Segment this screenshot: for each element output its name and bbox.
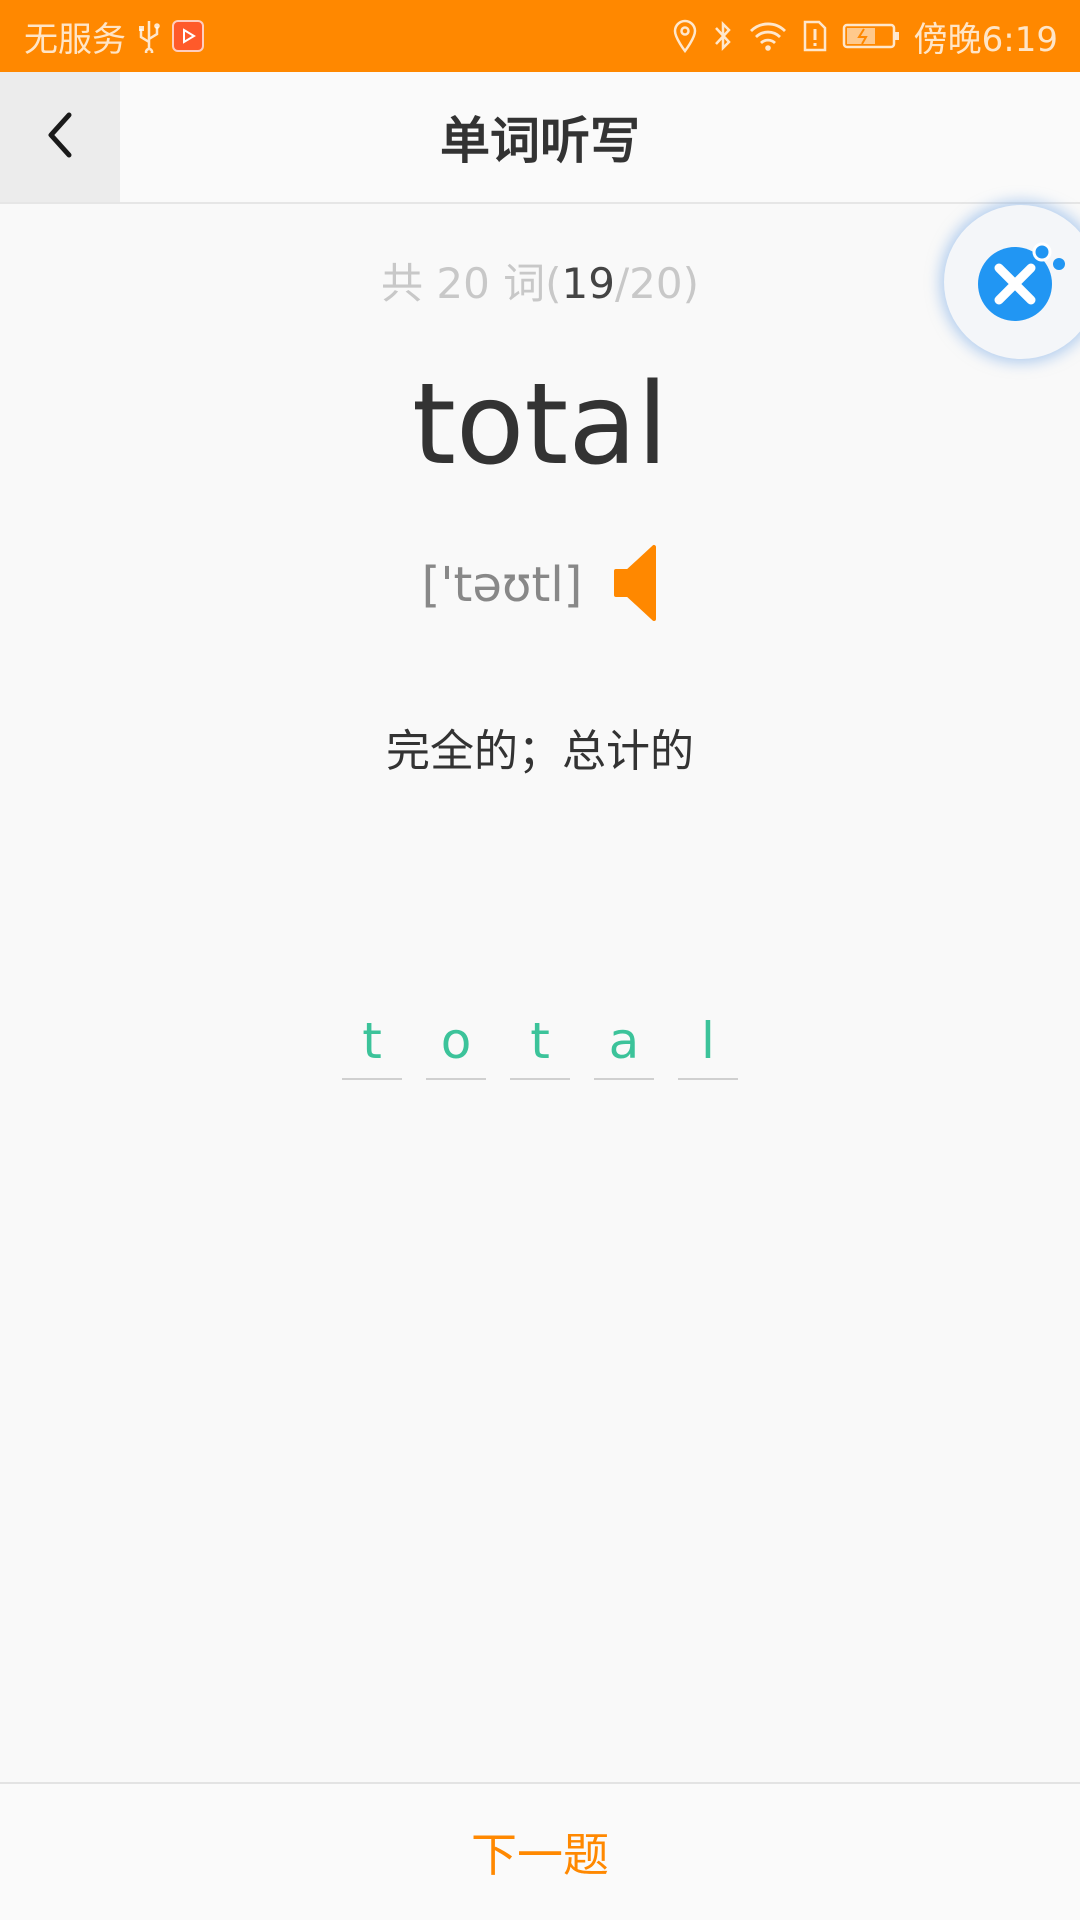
word-meaning: 完全的；总计的 <box>386 726 694 777</box>
progress-prefix: 共 20 词( <box>381 259 562 308</box>
footer-bar: 下一题 <box>0 1782 1080 1920</box>
sim-alert-icon <box>802 19 828 53</box>
status-bar: 无服务 傍晚6:19 <box>0 0 1080 72</box>
progress-suffix: /20) <box>615 259 699 308</box>
usb-icon <box>136 19 162 53</box>
letter-slot[interactable]: t <box>510 1010 570 1080</box>
speaker-icon[interactable] <box>612 543 658 627</box>
app-notification-icon <box>172 20 204 52</box>
wifi-icon <box>748 19 788 53</box>
answer-slots: t o t a l <box>0 1010 1080 1080</box>
chevron-left-icon <box>43 110 77 164</box>
letter-slot[interactable]: t <box>342 1010 402 1080</box>
location-icon <box>672 19 698 53</box>
page-title: 单词听写 <box>440 112 640 170</box>
battery-icon <box>842 19 900 53</box>
next-question-button[interactable]: 下一题 <box>471 1819 609 1885</box>
bluetooth-icon <box>712 19 734 53</box>
phonetic-text: ['təʊtl] <box>421 557 583 613</box>
letter-slot[interactable]: o <box>426 1010 486 1080</box>
letter-slot[interactable]: l <box>678 1010 738 1080</box>
progress-current: 19 <box>561 259 615 308</box>
carrier-text: 无服务 <box>24 19 126 60</box>
word-text: total <box>411 360 669 490</box>
progress-counter: 共 20 词(19/20) <box>0 250 1080 311</box>
back-button[interactable] <box>0 72 120 202</box>
title-bar: 单词听写 <box>0 72 1080 204</box>
phonetic-row: ['təʊtl] <box>0 540 1080 630</box>
clock-text: 傍晚6:19 <box>913 19 1058 60</box>
letter-slot[interactable]: a <box>594 1010 654 1080</box>
